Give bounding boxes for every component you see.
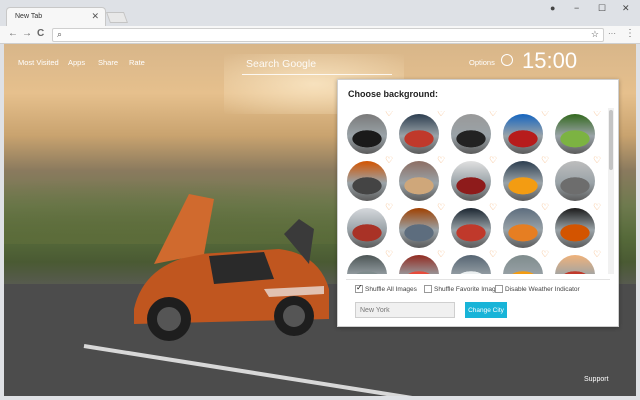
background-thumbnail[interactable]	[347, 255, 387, 274]
favorite-heart-icon[interactable]: ♡	[593, 249, 601, 260]
city-input[interactable]	[355, 302, 455, 318]
support-link[interactable]: Support	[584, 376, 609, 383]
favorite-heart-icon[interactable]: ♡	[385, 155, 393, 166]
background-thumbnail[interactable]	[451, 208, 491, 248]
background-thumbnail[interactable]	[347, 114, 387, 154]
favorite-heart-icon[interactable]: ♡	[437, 155, 445, 166]
shuffle-favorite-option[interactable]: Shuffle Favorite Images	[424, 285, 503, 293]
google-search-input[interactable]	[242, 53, 392, 74]
close-window-icon[interactable]: ✕	[622, 3, 630, 14]
background-thumbnail[interactable]	[555, 208, 595, 248]
profile-icon[interactable]: ●	[550, 3, 555, 13]
clock-icon	[501, 54, 513, 66]
favorite-heart-icon[interactable]: ♡	[593, 111, 601, 119]
background-thumbnail[interactable]	[503, 114, 543, 154]
shuffle-all-option[interactable]: Shuffle All Images	[355, 283, 417, 293]
background-thumbnail[interactable]	[555, 255, 595, 274]
favorite-heart-icon[interactable]: ♡	[489, 155, 497, 166]
tab-title: New Tab	[15, 13, 43, 20]
address-bar[interactable]: ⌕ ☆	[52, 28, 604, 42]
panel-scrollbar[interactable]	[608, 108, 614, 274]
favorite-heart-icon[interactable]: ♡	[593, 202, 601, 213]
favorite-heart-icon[interactable]: ♡	[489, 249, 497, 260]
background-thumbnail[interactable]	[347, 208, 387, 248]
scrollbar-thumb[interactable]	[609, 110, 613, 170]
panel-divider	[346, 279, 610, 280]
options-link[interactable]: Options	[469, 58, 495, 67]
background-thumbnail[interactable]	[503, 255, 543, 274]
favorite-heart-icon[interactable]: ♡	[541, 202, 549, 213]
tab-new-tab[interactable]: New Tab ✕	[6, 7, 106, 26]
tab-close-icon[interactable]: ✕	[91, 11, 99, 22]
shuffle-all-label: Shuffle All Images	[365, 285, 417, 293]
bookmark-star-icon[interactable]: ☆	[591, 29, 599, 40]
favorite-heart-icon[interactable]: ♡	[437, 111, 445, 119]
maximize-icon[interactable]: ☐	[598, 3, 606, 14]
background-thumbnail[interactable]	[451, 255, 491, 274]
background-thumbnail[interactable]	[451, 161, 491, 201]
background-thumbnail[interactable]	[451, 114, 491, 154]
disable-weather-option[interactable]: Disable Weather Indicator	[495, 285, 580, 293]
favorite-heart-icon[interactable]: ♡	[489, 111, 497, 119]
favorite-heart-icon[interactable]: ♡	[489, 202, 497, 213]
reload-icon[interactable]: C	[37, 28, 44, 39]
extensions-icon[interactable]: ···	[608, 29, 616, 38]
favorite-heart-icon[interactable]: ♡	[593, 155, 601, 166]
favorite-heart-icon[interactable]: ♡	[385, 249, 393, 260]
nav-most-visited[interactable]: Most Visited	[18, 58, 59, 67]
nav-apps[interactable]: Apps	[68, 58, 85, 67]
shuffle-all-checkbox[interactable]	[355, 283, 363, 293]
favorite-heart-icon[interactable]: ♡	[437, 249, 445, 260]
change-city-button[interactable]: Change City	[465, 302, 507, 318]
background-thumbnail[interactable]	[503, 161, 543, 201]
background-thumbnail[interactable]	[555, 114, 595, 154]
search-icon: ⌕	[57, 29, 63, 39]
browser-toolbar: ← → C ⌕ ☆ ··· ⋮	[0, 26, 640, 44]
minimize-icon[interactable]: −	[574, 3, 579, 13]
background-chooser-panel: Choose background: ♡ ♡ ♡ ♡ ♡ ♡ ♡ ♡ ♡ ♡ ♡ ♡ ♡ ♡ ♡ ♡ ♡ ♡ ♡ ♡ …	[337, 79, 619, 327]
google-search-box	[242, 53, 392, 75]
shuffle-favorite-label: Shuffle Favorite Images	[434, 285, 503, 293]
shuffle-favorite-checkbox[interactable]	[424, 285, 432, 293]
clock-time: 15:00	[522, 48, 578, 73]
background-thumbnail[interactable]	[555, 161, 595, 201]
favorite-heart-icon[interactable]: ♡	[385, 202, 393, 213]
disable-weather-checkbox[interactable]	[495, 285, 503, 293]
favorite-heart-icon[interactable]: ♡	[541, 111, 549, 119]
background-thumbnail[interactable]	[399, 161, 439, 201]
background-thumbnail[interactable]	[399, 255, 439, 274]
menu-icon[interactable]: ⋮	[625, 28, 635, 39]
background-car-image	[134, 194, 329, 341]
panel-title: Choose background:	[348, 89, 439, 99]
nav-share[interactable]: Share	[98, 58, 118, 67]
favorite-heart-icon[interactable]: ♡	[541, 249, 549, 260]
background-thumbnail[interactable]	[399, 208, 439, 248]
new-tab-button[interactable]	[105, 12, 129, 23]
background-thumbnail[interactable]	[347, 161, 387, 201]
background-thumbnail[interactable]	[399, 114, 439, 154]
favorite-heart-icon[interactable]: ♡	[385, 111, 393, 119]
tab-strip: New Tab ✕ ● − ☐ ✕	[0, 0, 640, 26]
back-icon[interactable]: ←	[8, 28, 18, 39]
favorite-heart-icon[interactable]: ♡	[541, 155, 549, 166]
background-thumbnail-grid: ♡ ♡ ♡ ♡ ♡ ♡ ♡ ♡ ♡ ♡ ♡ ♡ ♡ ♡ ♡ ♡ ♡ ♡ ♡ ♡	[347, 111, 603, 274]
nav-rate[interactable]: Rate	[129, 58, 145, 67]
background-thumbnail[interactable]	[503, 208, 543, 248]
disable-weather-label: Disable Weather Indicator	[505, 285, 580, 293]
favorite-heart-icon[interactable]: ♡	[437, 202, 445, 213]
forward-icon[interactable]: →	[22, 28, 32, 39]
